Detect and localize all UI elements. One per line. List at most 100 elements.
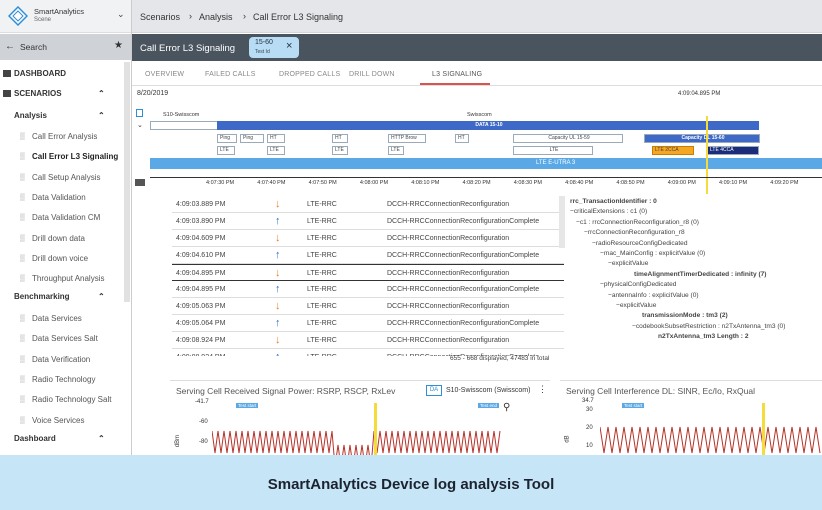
sidebar-item-throughput-analysis[interactable]: ▒ Throughput Analysis [0, 274, 124, 284]
timeline-ht-block[interactable]: HT [267, 134, 285, 143]
time-tick-label: 4:09:10 PM [719, 180, 748, 186]
sidebar-item-voice-services[interactable]: ▒ Voice Services [0, 416, 124, 426]
table-row[interactable]: 4:09:05.063 PM ↓ LTE-RRC DCCH-RRCConnection… [172, 298, 564, 315]
sidebar-scrollbar[interactable] [124, 62, 130, 302]
close-icon[interactable]: × [286, 40, 292, 52]
legend-badge[interactable]: DA [426, 385, 442, 396]
sinr-plot[interactable] [600, 403, 822, 456]
cell-time: 4:09:04.895 PM [176, 286, 226, 293]
tree-node[interactable]: −mac_MainConfig : explicitValue (0) [600, 250, 705, 257]
table-row[interactable]: 4:09:08.924 PM ↓ LTE-RRC DCCH-RRCConnection… [172, 332, 564, 349]
timeline-lte-block[interactable]: LTE [267, 146, 285, 155]
plot-cursor[interactable] [762, 403, 765, 456]
tree-node[interactable]: transmissionMode : tm3 (2) [642, 312, 728, 319]
tree-node[interactable]: −antennaInfo : explicitValue (0) [608, 292, 699, 299]
chevron-up-icon[interactable]: ⌃ [98, 89, 105, 99]
sidebar-item-call-error-analysis[interactable]: ▒ Call Error Analysis [0, 132, 124, 142]
table-row[interactable]: 4:09:04.609 PM ↓ LTE-RRC DCCH-RRCConnection… [172, 230, 564, 247]
tree-node[interactable]: −radioResourceConfigDedicated [592, 240, 687, 247]
downlink-arrow-icon: ↓ [275, 267, 281, 279]
timeline-lte-4cca[interactable]: LTE 4CCA [707, 146, 759, 155]
tree-node[interactable]: −physicalConfigDedicated [600, 281, 676, 288]
tab-dropped-calls[interactable]: DROPPED CALLS [279, 71, 340, 78]
plot-cursor[interactable] [374, 403, 377, 456]
sidebar-item-label: Radio Technology [32, 374, 96, 384]
chevron-up-icon[interactable]: ⌃ [98, 434, 105, 444]
sidebar-group-label: Benchmarking [14, 292, 70, 301]
tree-node[interactable]: timeAlignmentTimerDedicated : infinity (… [634, 271, 767, 278]
sidebar-group-benchmarking[interactable]: Benchmarking ⌃ [0, 292, 124, 302]
timeline-lte-block[interactable]: LTE [217, 146, 235, 155]
sidebar-item-data-services[interactable]: ▒ Data Services [0, 314, 124, 324]
scenario-icon: ▒ [20, 173, 25, 181]
tree-node[interactable]: −c1 : rrcConnectionReconfiguration_r8 (0… [576, 219, 699, 226]
timeline-capacity-dl[interactable]: Capacity DL 15-60 [644, 134, 760, 143]
table-row[interactable]: 4:09:03.889 PM ↓ LTE-RRC DCCH-RRCConnection… [172, 196, 564, 213]
more-icon[interactable]: ⋮ [538, 384, 547, 395]
sidebar-item-drill-down-data[interactable]: ▒ Drill down data [0, 234, 124, 244]
sidebar-group-dashboard[interactable]: Dashboard ⌃ [0, 434, 124, 444]
tab-overview[interactable]: OVERVIEW [145, 71, 184, 78]
search-bar[interactable]: ← Search ★ [0, 34, 131, 60]
timeline-http-block[interactable]: HTTP Brow [388, 134, 426, 143]
table-row[interactable]: 4:09:05.064 PM ↑ LTE-RRC DCCH-RRCConnection… [172, 315, 564, 332]
time-tick-label: 4:09:00 PM [667, 180, 696, 186]
star-icon[interactable]: ★ [114, 40, 123, 51]
sidebar-item-call-setup-analysis[interactable]: ▒ Call Setup Analysis [0, 173, 124, 183]
chevron-up-icon[interactable]: ⌃ [98, 292, 105, 302]
timeline-ping-block[interactable]: Ping [217, 134, 237, 143]
table-row[interactable]: 4:09:04.895 PM ↓ LTE-RRC DCCH-RRCConnection… [172, 264, 564, 281]
timeline-ping-block[interactable]: Ping [240, 134, 264, 143]
timeline-eutra-band[interactable] [150, 158, 822, 169]
tree-node[interactable]: rrc_TransactionIdentifier : 0 [570, 198, 657, 205]
chevron-down-icon[interactable]: ⌄ [117, 9, 125, 20]
test-id-chip[interactable]: 15-60 Test Id × [249, 37, 299, 58]
rsrp-plot[interactable] [212, 403, 512, 456]
search-label[interactable]: Search [20, 42, 47, 52]
sidebar-item-data-verification[interactable]: ▒ Data Verification [0, 355, 124, 365]
table-row[interactable]: 4:09:03.890 PM ↑ LTE-RRC DCCH-RRCConnection… [172, 213, 564, 230]
chevron-up-icon[interactable]: ⌃ [98, 111, 105, 121]
chevron-down-icon[interactable]: ⌄ [137, 121, 143, 129]
sidebar-item-scenarios[interactable]: SCENARIOS ⌃ [0, 89, 124, 99]
timeline-data-block[interactable]: DATA 15-10 [217, 121, 759, 130]
timeline-ht-block[interactable]: HT [332, 134, 348, 143]
sidebar-item-drill-down-voice[interactable]: ▒ Drill down voice [0, 254, 124, 264]
sidebar: SmartAnalytics Scene ⌄ ← Search ★ DASHBO… [0, 0, 132, 455]
timeline-ht-block[interactable]: HT [455, 134, 469, 143]
keyboard-icon[interactable] [135, 179, 145, 186]
table-scrollbar[interactable] [559, 196, 565, 248]
sidebar-item-dashboard[interactable]: DASHBOARD [0, 69, 124, 79]
table-row[interactable]: 4:09:04.610 PM ↑ LTE-RRC DCCH-RRCConnection… [172, 247, 564, 264]
sidebar-group-analysis[interactable]: Analysis ⌃ [0, 111, 124, 121]
time-cursor[interactable] [706, 116, 708, 194]
tab-l3-signaling[interactable]: L3 SIGNALING [432, 71, 482, 78]
tree-node[interactable]: −rrcConnectionReconfiguration_r8 [584, 229, 685, 236]
table-row[interactable]: 4:09:04.895 PM ↑ LTE-RRC DCCH-RRCConnection… [172, 281, 564, 298]
tab-drill-down[interactable]: DRILL DOWN [349, 71, 395, 78]
sidebar-item-radio-technology-salt[interactable]: ▒ Radio Technology Salt [0, 395, 124, 405]
tab-failed-calls[interactable]: FAILED CALLS [205, 71, 256, 78]
message-table[interactable]: 4:09:03.889 PM ↓ LTE-RRC DCCH-RRCConnection… [172, 196, 564, 356]
sidebar-item-radio-technology[interactable]: ▒ Radio Technology [0, 375, 124, 385]
breadcrumb-analysis[interactable]: Analysis [199, 12, 233, 22]
scenario-icon: ▒ [20, 214, 25, 222]
tree-node[interactable]: −criticalExtensions : c1 (0) [570, 208, 647, 215]
timeline-lte-block[interactable]: LTE [513, 146, 593, 155]
tree-node[interactable]: n2TxAntenna_tm3 Length : 2 [658, 333, 749, 340]
timeline-lte-block[interactable]: LTE [332, 146, 348, 155]
timeline-capacity-ul[interactable]: Capacity UL 15-59 [513, 134, 623, 143]
timeline[interactable]: S10-Swisscom Swisscom ⌄ IDLE 15-9 DATA 1… [132, 104, 822, 194]
breadcrumb-scenarios[interactable]: Scenarios [140, 12, 180, 22]
timeline-lte-2cca[interactable]: LTE 2CCA [652, 146, 694, 155]
sidebar-item-data-services-salt[interactable]: ▒ Data Services Salt [0, 334, 124, 344]
sidebar-item-data-validation-cm[interactable]: ▒ Data Validation CM [0, 213, 124, 223]
sidebar-item-call-error-l3-signaling[interactable]: ▒ Call Error L3 Signaling [0, 152, 124, 162]
decoded-message-tree[interactable]: rrc_TransactionIdentifier : 0 −criticalEx… [570, 196, 822, 356]
tree-node[interactable]: −codebookSubsetRestriction : n2TxAntenna… [632, 323, 785, 330]
back-arrow-icon[interactable]: ← [5, 41, 15, 52]
tree-node[interactable]: −explicitValue [616, 302, 656, 309]
sidebar-item-data-validation[interactable]: ▒ Data Validation [0, 193, 124, 203]
tree-node[interactable]: −explicitValue [608, 260, 648, 267]
timeline-lte-block[interactable]: LTE [388, 146, 404, 155]
